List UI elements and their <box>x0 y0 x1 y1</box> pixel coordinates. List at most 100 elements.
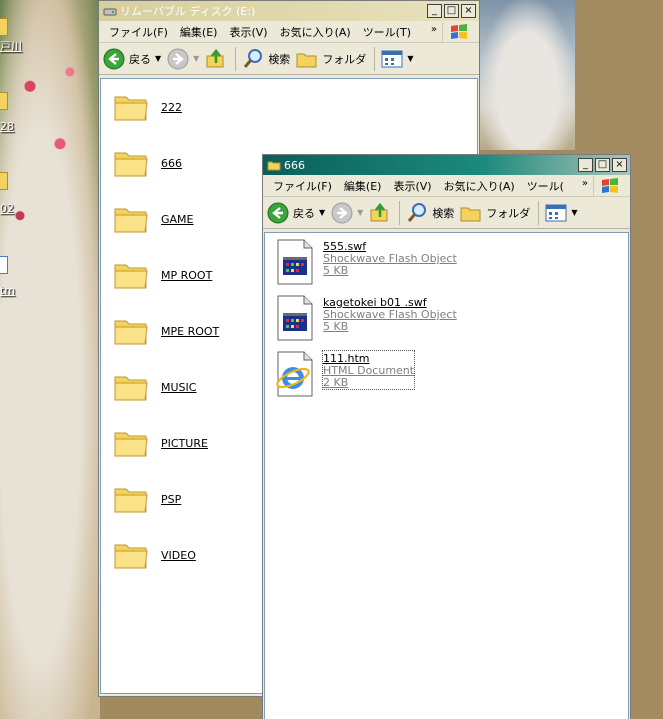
folder-666-window[interactable]: 666 _ □ × ファイル(F) 編集(E) 表示(V) お気に入り(A) ツ… <box>262 154 631 719</box>
wallpaper-right <box>480 0 575 150</box>
folder-label[interactable]: VIDEO <box>161 549 196 562</box>
views-dropdown-icon[interactable]: ▼ <box>407 54 413 63</box>
up-folder-button[interactable] <box>205 48 227 70</box>
menu-tools[interactable]: ツール( <box>521 178 570 194</box>
forward-dropdown-icon[interactable]: ▼ <box>193 54 199 63</box>
folder-label[interactable]: PSP <box>161 493 181 506</box>
folder-icon <box>114 320 148 345</box>
search-label: 検索 <box>432 206 455 220</box>
maximize-button[interactable]: □ <box>595 158 610 172</box>
flash-file-icon <box>277 295 313 341</box>
file-size: 5 KB <box>323 264 349 277</box>
folder-label[interactable]: 666 <box>161 157 182 170</box>
flash-file-icon <box>277 239 313 285</box>
toolbar-separator <box>235 46 237 71</box>
menu-view[interactable]: 表示(V) <box>223 24 273 40</box>
desktop-shortcut-icon[interactable] <box>0 18 8 36</box>
back-label: 戻る <box>129 52 151 66</box>
folder-item[interactable]: 222 <box>113 91 182 123</box>
drive-icon <box>103 8 117 15</box>
file-list-pane[interactable]: 555.swf Shockwave Flash Object 5 KB kage… <box>264 232 629 719</box>
close-button[interactable]: × <box>612 158 627 172</box>
menu-overflow-chevron[interactable]: » <box>582 178 588 189</box>
desktop-shortcut-icon[interactable] <box>0 256 8 274</box>
menu-file[interactable]: ファイル(F) <box>103 24 174 40</box>
window-titlebar[interactable]: 666 _ □ × <box>263 155 630 175</box>
folders-label: フォルダ <box>486 206 531 220</box>
menu-edit[interactable]: 編集(E) <box>174 24 224 40</box>
forward-dropdown-icon[interactable]: ▼ <box>357 208 363 217</box>
folder-item[interactable]: PSP <box>113 483 181 515</box>
folders-icon <box>460 207 481 221</box>
views-button[interactable]: ▼ <box>381 49 413 69</box>
menu-edit[interactable]: 編集(E) <box>338 178 388 194</box>
toolbar-separator <box>399 200 401 225</box>
folder-icon <box>114 96 148 121</box>
desktop-icon-label[interactable]: 戸川 <box>0 38 22 54</box>
menu-file[interactable]: ファイル(F) <box>267 178 338 194</box>
folder-label[interactable]: MP ROOT <box>161 269 212 282</box>
views-button[interactable]: ▼ <box>545 203 577 223</box>
desktop-shortcut-icon[interactable] <box>0 92 8 110</box>
minimize-button[interactable]: _ <box>578 158 593 172</box>
folder-item[interactable]: PICTURE <box>113 427 208 459</box>
folders-button[interactable]: フォルダ <box>296 49 366 69</box>
file-item[interactable]: kagetokei b01 .swf Shockwave Flash Objec… <box>275 295 457 341</box>
folder-item[interactable]: VIDEO <box>113 539 196 571</box>
close-button[interactable]: × <box>461 4 476 18</box>
menu-overflow-chevron[interactable]: » <box>431 24 437 35</box>
windows-logo-icon <box>442 22 475 42</box>
up-folder-button[interactable] <box>369 202 391 224</box>
folders-icon <box>296 53 317 67</box>
desktop-icon-label[interactable]: 02 <box>0 202 14 215</box>
search-icon <box>244 48 263 68</box>
menu-tools[interactable]: ツール(T) <box>357 24 417 40</box>
desktop-icon-label[interactable]: 28 <box>0 120 14 133</box>
back-arrow-icon <box>103 48 125 69</box>
maximize-button[interactable]: □ <box>444 4 459 18</box>
search-button[interactable]: 検索 <box>406 202 454 224</box>
folder-item[interactable]: MUSIC <box>113 371 196 403</box>
toolbar-separator <box>538 200 540 225</box>
folder-label[interactable]: PICTURE <box>161 437 208 450</box>
search-label: 検索 <box>268 52 291 66</box>
folder-icon <box>114 208 148 233</box>
window-title: リムーバブル ディスク (E:) <box>120 5 256 18</box>
menu-view[interactable]: 表示(V) <box>387 178 437 194</box>
folder-label[interactable]: MPE ROOT <box>161 325 219 338</box>
menu-favorites[interactable]: お気に入り(A) <box>274 24 357 40</box>
back-dropdown-icon[interactable]: ▼ <box>319 208 325 217</box>
search-button[interactable]: 検索 <box>242 48 290 70</box>
file-item[interactable]: 555.swf Shockwave Flash Object 5 KB <box>275 239 457 285</box>
folders-button[interactable]: フォルダ <box>460 203 530 223</box>
back-button[interactable]: 戻る ▼ <box>267 202 325 224</box>
views-dropdown-icon[interactable]: ▼ <box>571 208 577 217</box>
menu-bar: ファイル(F) 編集(E) 表示(V) お気に入り(A) ツール(T) » <box>99 21 479 43</box>
folder-item[interactable]: MP ROOT <box>113 259 212 291</box>
forward-button[interactable]: ▼ <box>331 202 363 224</box>
window-titlebar[interactable]: リムーバブル ディスク (E:) _ □ × <box>99 1 479 21</box>
back-dropdown-icon[interactable]: ▼ <box>155 54 161 63</box>
folder-icon <box>114 544 148 569</box>
minimize-button[interactable]: _ <box>427 4 442 18</box>
ie-html-icon <box>276 351 313 397</box>
desktop-shortcut-icon[interactable] <box>0 172 8 190</box>
folder-label[interactable]: GAME <box>161 213 194 226</box>
folder-icon <box>114 488 148 513</box>
folder-icon <box>114 376 148 401</box>
forward-button[interactable]: ▼ <box>167 48 199 70</box>
folder-icon <box>114 152 148 177</box>
folder-label[interactable]: 222 <box>161 101 182 114</box>
folder-label[interactable]: MUSIC <box>161 381 196 394</box>
file-item[interactable]: 111.htm HTML Document 2 KB <box>275 350 416 397</box>
windows-logo-icon <box>593 176 626 196</box>
back-button[interactable]: 戻る ▼ <box>103 48 161 70</box>
folders-label: フォルダ <box>322 52 367 66</box>
forward-arrow-icon <box>167 48 189 69</box>
folder-item[interactable]: 666 <box>113 147 182 179</box>
back-label: 戻る <box>293 206 315 220</box>
folder-item[interactable]: GAME <box>113 203 194 235</box>
folder-item[interactable]: MPE ROOT <box>113 315 219 347</box>
desktop-icon-label[interactable]: tm <box>0 284 15 297</box>
menu-favorites[interactable]: お気に入り(A) <box>438 178 521 194</box>
